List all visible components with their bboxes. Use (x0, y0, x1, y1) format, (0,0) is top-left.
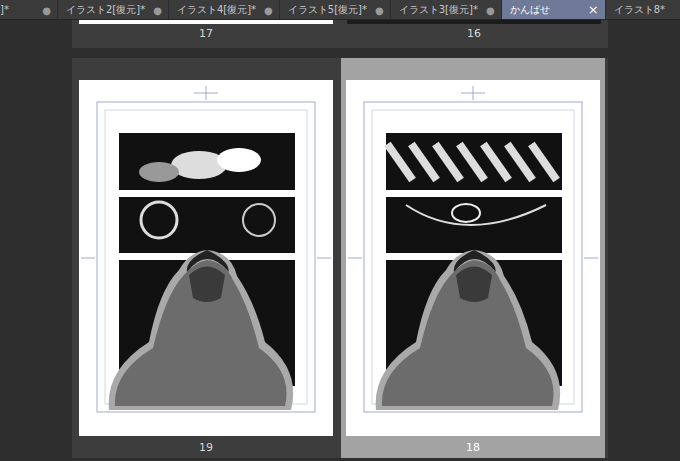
page-edge (79, 20, 333, 24)
page-art (346, 80, 600, 436)
page-canvas[interactable] (79, 80, 333, 436)
document-tab[interactable]: イラスト2[復元]* ● (58, 0, 169, 20)
page-thumbnail[interactable]: 18 (341, 58, 605, 458)
document-tab[interactable]: ]* ● (0, 0, 58, 20)
tab-label[interactable]: イラスト3[復元]* (399, 0, 478, 20)
tab-label[interactable]: ]* (0, 0, 9, 20)
page-thumbnail[interactable]: 16 (340, 20, 608, 48)
page-canvas[interactable] (346, 80, 600, 436)
close-icon[interactable]: × (588, 0, 599, 20)
modified-icon[interactable]: ● (375, 3, 384, 18)
tab-bar: ]*●イラスト2[復元]*●イラスト4[復元]*●イラスト5[復元]*●イラスト… (0, 0, 680, 20)
modified-icon[interactable]: ● (42, 3, 51, 18)
tab-label[interactable]: イラスト8* (614, 0, 665, 20)
document-tab[interactable]: イラスト3[復元]* ● (391, 0, 502, 20)
page-thumbnail[interactable]: 17 (72, 20, 340, 48)
modified-icon[interactable]: ● (486, 3, 495, 18)
page-thumbnail[interactable]: 19 (74, 58, 338, 458)
page-row: 1918 (72, 58, 608, 458)
page-number: 18 (341, 436, 605, 458)
document-tab[interactable]: イラスト5[復元]* ● (280, 0, 391, 20)
tab-label[interactable]: イラスト5[復元]* (288, 0, 367, 20)
page-number: 19 (74, 436, 338, 458)
page-row: 1716 (72, 20, 608, 48)
page-number: 16 (340, 24, 608, 44)
page-art (79, 80, 333, 436)
page-edge (347, 20, 601, 24)
page-number: 17 (72, 24, 340, 44)
tab-label[interactable]: イラスト2[復元]* (66, 0, 145, 20)
document-tab[interactable]: かんばせ × (502, 0, 606, 20)
modified-icon[interactable]: ● (264, 3, 273, 18)
modified-icon[interactable]: ● (153, 3, 162, 18)
tab-label[interactable]: イラスト4[復元]* (177, 0, 256, 20)
tab-label[interactable]: かんばせ (510, 0, 550, 20)
document-tab[interactable]: イラスト4[復元]* ● (169, 0, 280, 20)
document-tab[interactable]: イラスト8* (606, 0, 680, 20)
